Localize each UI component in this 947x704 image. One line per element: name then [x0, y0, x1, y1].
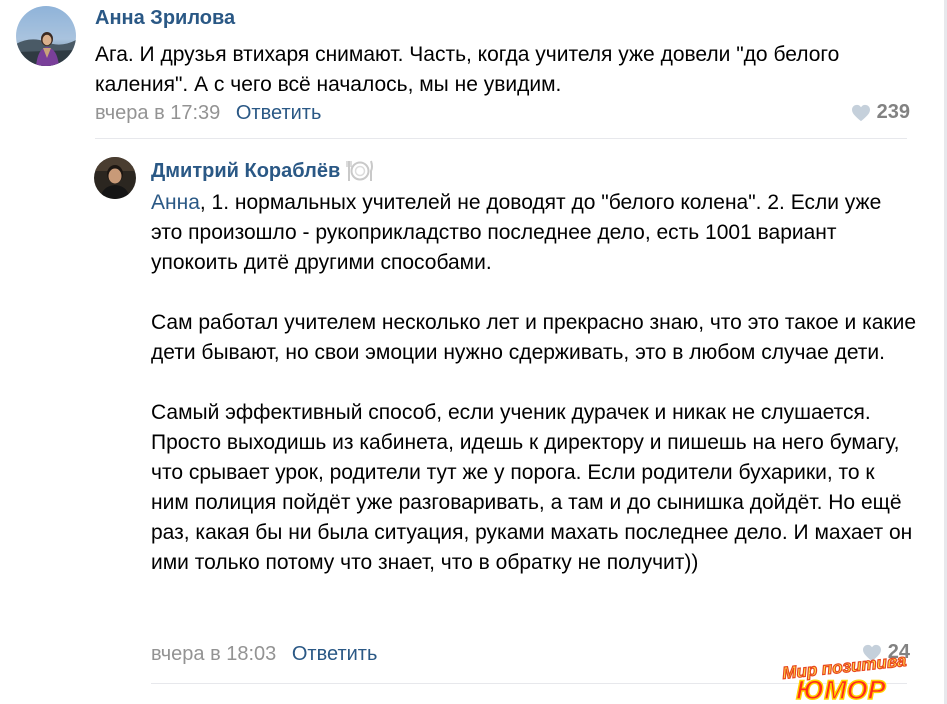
watermark-bottom-text: ЮМОР: [796, 675, 887, 703]
comment-text: Анна, 1. нормальных учителей не доводят …: [151, 188, 916, 578]
watermark-logo: Мир позитива ЮМОР: [778, 650, 914, 704]
divider: [95, 138, 907, 139]
paragraph-text: , 1. нормальных учителей не доводят до "…: [151, 191, 882, 274]
comment-author-row: Дмитрий Кораблёв: [151, 158, 374, 184]
comment-date[interactable]: вчера в 18:03: [151, 643, 276, 665]
reply-button[interactable]: Ответить: [292, 643, 378, 665]
reply-button[interactable]: Ответить: [236, 102, 322, 124]
comment-author[interactable]: Анна Зрилова: [95, 7, 235, 30]
user-photo-avatar-icon: [16, 6, 76, 66]
comment-author[interactable]: Дмитрий Кораблёв: [151, 160, 340, 183]
watermark-logo-graphic: Мир позитива ЮМОР: [781, 650, 908, 704]
comment-paragraph-1: Анна, 1. нормальных учителей не доводят …: [151, 188, 916, 278]
comment-meta: вчера в 17:39 Ответить: [95, 102, 321, 125]
avatar[interactable]: [16, 6, 76, 66]
comment-paragraph-2: Сам работал учителем несколько лет и пре…: [151, 311, 917, 364]
avatar[interactable]: [94, 157, 136, 199]
comment-date[interactable]: вчера в 17:39: [95, 102, 220, 124]
like-button[interactable]: 239: [851, 101, 910, 124]
comment-paragraph-3: Самый эффективный способ, если ученик ду…: [151, 401, 913, 574]
user-photo-avatar-icon: [94, 157, 136, 199]
heart-icon: [851, 104, 870, 121]
mention-link[interactable]: Анна: [151, 191, 200, 214]
comment-text: Ага. И друзья втихаря снимают. Часть, ко…: [95, 43, 840, 96]
plate-fork-knife-icon: [346, 160, 374, 181]
comment-meta: вчера в 18:03 Ответить: [151, 643, 377, 666]
like-count: 239: [876, 101, 910, 123]
